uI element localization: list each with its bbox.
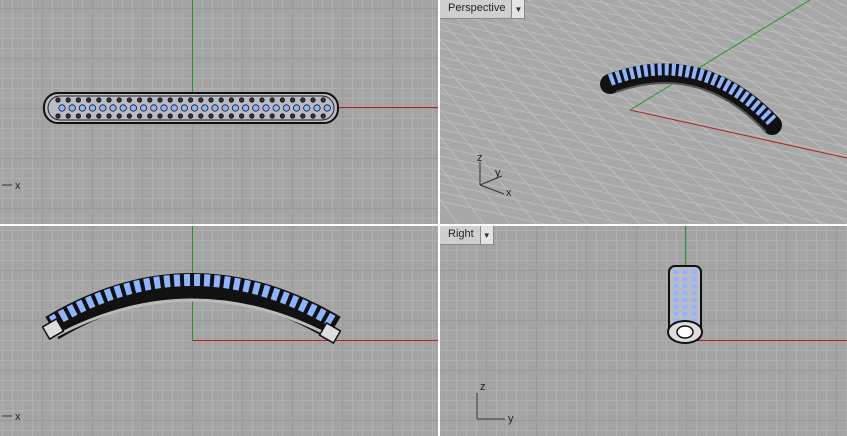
svg-text:y: y [495, 167, 501, 179]
cplane-axis-icon: z y [476, 381, 514, 425]
viewport-menu-chevron-icon[interactable]: ▼ [511, 0, 525, 18]
viewport-title-label[interactable]: Perspective [440, 0, 511, 18]
svg-text:x: x [15, 411, 21, 423]
svg-text:x: x [15, 180, 21, 192]
viewport-right[interactable]: Right ▼ z y [440, 226, 847, 436]
viewport-title-label[interactable]: Right [440, 226, 480, 244]
viewport-menu-chevron-icon[interactable]: ▼ [479, 226, 493, 244]
viewport-front[interactable]: x [0, 226, 438, 436]
cplane-axis-icon: x [2, 180, 21, 192]
viewport-perspective[interactable]: Perspective ▼ z y x [440, 0, 847, 224]
svg-text:z: z [477, 152, 483, 164]
viewport-top[interactable]: x [0, 0, 438, 224]
svg-text:y: y [508, 413, 514, 425]
bracelet-front-view[interactable] [0, 226, 438, 436]
svg-text:z: z [480, 381, 486, 393]
bracelet-top-view[interactable] [0, 0, 438, 224]
cplane-axis-icon: x [2, 411, 21, 423]
viewport-title-perspective[interactable]: Perspective ▼ [440, 0, 526, 19]
viewport-title-right[interactable]: Right ▼ [440, 226, 494, 245]
perspective-axis-icon: z y x [477, 152, 512, 199]
svg-text:x: x [506, 187, 512, 199]
